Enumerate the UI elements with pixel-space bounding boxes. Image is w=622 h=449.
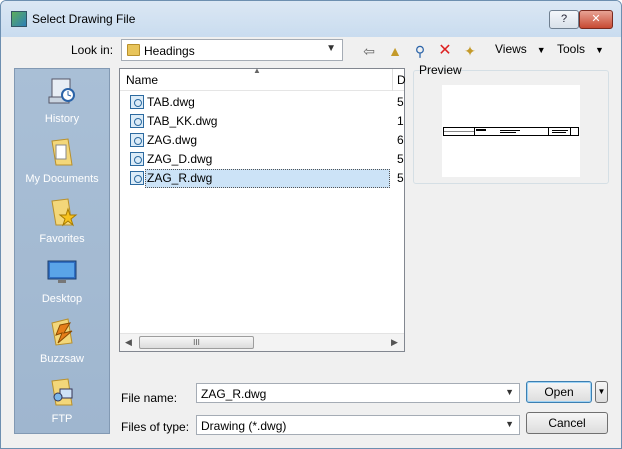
file-name: TAB_KK.dwg bbox=[147, 114, 218, 128]
file-list[interactable]: Name ▲ D TAB.dwg 5 TAB_KK.dwg 1 ZAG.dwg … bbox=[119, 66, 406, 352]
views-label: Views bbox=[495, 42, 527, 56]
up-folder-icon[interactable]: ▲ bbox=[385, 41, 405, 61]
place-desktop[interactable]: Desktop bbox=[15, 251, 109, 311]
chevron-down-icon[interactable]: ▼ bbox=[505, 419, 514, 429]
column-header-second[interactable]: D bbox=[397, 73, 406, 87]
cancel-button[interactable]: Cancel bbox=[526, 412, 608, 434]
file-column-value: 5 bbox=[397, 171, 404, 185]
places-bar: History My Documents Favorites Desktop B… bbox=[14, 68, 110, 434]
history-icon bbox=[48, 78, 75, 104]
open-options-arrow-icon[interactable]: ▼ bbox=[595, 381, 608, 403]
chevron-down-icon[interactable]: ▼ bbox=[505, 387, 514, 397]
back-arrow-icon[interactable]: ⇦ bbox=[359, 41, 379, 61]
file-name: ZAG_D.dwg bbox=[147, 152, 213, 166]
open-button[interactable]: Open bbox=[526, 381, 592, 403]
place-history[interactable]: History bbox=[15, 71, 109, 131]
preview-image bbox=[442, 85, 580, 177]
autocad-app-icon bbox=[11, 11, 27, 27]
horizontal-scrollbar[interactable]: ◀ III ▶ bbox=[120, 333, 404, 351]
folder-icon bbox=[127, 44, 140, 56]
dwg-file-icon bbox=[130, 152, 144, 166]
desktop-icon bbox=[47, 260, 77, 283]
title-bar: Select Drawing File ? ✕ bbox=[1, 1, 621, 37]
file-row-selected[interactable]: ZAG_R.dwg 5 bbox=[124, 169, 404, 188]
tools-label: Tools bbox=[557, 42, 586, 56]
dwg-file-icon bbox=[130, 133, 144, 147]
buzzsaw-icon bbox=[51, 318, 73, 346]
file-name-label: File name: bbox=[121, 391, 178, 405]
preview-label: Preview bbox=[419, 63, 462, 77]
scroll-thumb[interactable]: III bbox=[139, 336, 254, 349]
tools-caret-icon: ▼ bbox=[595, 45, 604, 55]
file-name: ZAG_R.dwg bbox=[147, 171, 213, 185]
place-label: FTP bbox=[51, 413, 73, 425]
file-row[interactable]: TAB.dwg 5 bbox=[124, 93, 404, 112]
place-label: Buzzsaw bbox=[39, 353, 85, 365]
file-list-header: Name ▲ D bbox=[120, 66, 406, 91]
column-separator[interactable] bbox=[392, 69, 393, 91]
close-button[interactable]: ✕ bbox=[579, 10, 613, 29]
views-caret-icon: ▼ bbox=[536, 45, 546, 55]
chevron-down-icon[interactable]: ▼ bbox=[326, 43, 336, 54]
file-name: TAB.dwg bbox=[147, 95, 195, 109]
file-column-value: 1 bbox=[397, 114, 404, 128]
dwg-file-icon bbox=[130, 114, 144, 128]
file-name-input[interactable]: ZAG_R.dwg ▼ bbox=[196, 383, 520, 403]
files-of-type-label: Files of type: bbox=[121, 420, 190, 434]
scroll-right-icon[interactable]: ▶ bbox=[391, 337, 398, 348]
column-header-name[interactable]: Name bbox=[126, 73, 158, 87]
select-drawing-file-dialog: Select Drawing File ? ✕ Look in: Heading… bbox=[0, 0, 622, 449]
window-title: Select Drawing File bbox=[32, 12, 136, 26]
place-label: My Documents bbox=[25, 173, 99, 185]
files-of-type-value: Drawing (*.dwg) bbox=[201, 419, 287, 433]
delete-icon[interactable]: ✕ bbox=[435, 41, 455, 61]
place-favorites[interactable]: Favorites bbox=[15, 191, 109, 251]
scroll-left-icon[interactable]: ◀ bbox=[125, 337, 132, 348]
files-of-type-select[interactable]: Drawing (*.dwg) ▼ bbox=[196, 415, 520, 435]
views-menu-button[interactable]: Views ▼ bbox=[495, 42, 546, 56]
dwg-file-icon bbox=[130, 171, 144, 185]
sort-ascending-icon: ▲ bbox=[253, 66, 261, 75]
look-in-dropdown[interactable]: Headings ▼ bbox=[121, 39, 343, 61]
ftp-icon bbox=[51, 378, 73, 406]
place-ftp[interactable]: FTP bbox=[15, 371, 109, 431]
place-label: History bbox=[44, 113, 80, 125]
file-row[interactable]: ZAG_D.dwg 5 bbox=[124, 150, 404, 169]
documents-folder-icon bbox=[51, 138, 73, 166]
preview-title-strip bbox=[443, 127, 579, 136]
dwg-file-icon bbox=[130, 95, 144, 109]
look-in-value: Headings bbox=[144, 44, 195, 58]
file-row[interactable]: ZAG.dwg 6 bbox=[124, 131, 404, 150]
scroll-grip: III bbox=[193, 338, 200, 347]
place-label: Favorites bbox=[39, 233, 85, 245]
file-column-value: 5 bbox=[397, 95, 404, 109]
search-web-icon[interactable]: ⚲ bbox=[410, 41, 430, 61]
look-in-label: Look in: bbox=[71, 43, 114, 57]
help-button[interactable]: ? bbox=[549, 10, 579, 29]
file-column-value: 5 bbox=[397, 152, 404, 166]
file-column-value: 6 bbox=[397, 133, 404, 147]
file-name-value: ZAG_R.dwg bbox=[201, 387, 267, 401]
create-folder-icon[interactable]: ✦ bbox=[460, 41, 480, 61]
favorites-folder-icon bbox=[51, 198, 78, 227]
tools-menu-button[interactable]: Tools ▼ bbox=[557, 42, 604, 56]
place-my-documents[interactable]: My Documents bbox=[15, 131, 109, 191]
place-label: Desktop bbox=[41, 293, 83, 305]
file-row[interactable]: TAB_KK.dwg 1 bbox=[124, 112, 404, 131]
place-buzzsaw[interactable]: Buzzsaw bbox=[15, 311, 109, 371]
file-name: ZAG.dwg bbox=[147, 133, 198, 147]
